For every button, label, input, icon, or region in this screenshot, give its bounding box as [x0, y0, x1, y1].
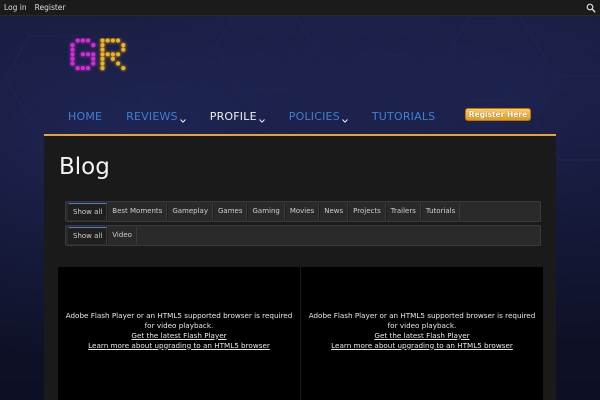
search-icon[interactable] [586, 3, 596, 13]
filter-tutorials[interactable]: Tutorials [420, 203, 461, 220]
filter-games[interactable]: Games [212, 203, 248, 220]
page-title: Blog [59, 154, 110, 180]
filter-trailers[interactable]: Trailers [385, 203, 421, 220]
filter-news[interactable]: News [319, 203, 349, 220]
nav-item-reviews[interactable]: REVIEWS [126, 107, 186, 126]
login-link[interactable]: Log in [4, 3, 27, 12]
video-player[interactable]: Adobe Flash Player or an HTML5 supported… [58, 267, 300, 400]
nav-item-tutorials[interactable]: TUTORIALS [372, 110, 435, 123]
html5-upgrade-link[interactable]: Learn more about upgrading to an HTML5 b… [301, 341, 543, 351]
video-player[interactable]: Adobe Flash Player or an HTML5 supported… [301, 267, 543, 400]
content-panel: Blog Show all Best Moments Gameplay Game… [44, 136, 556, 400]
nav-item-label: POLICIES [288, 109, 340, 123]
html5-upgrade-link[interactable]: Learn more about upgrading to an HTML5 b… [58, 341, 300, 351]
filter-video[interactable]: Video [107, 227, 137, 244]
top-bar: Log in Register [0, 0, 600, 16]
chevron-down-icon [258, 113, 265, 126]
nav-item-profile[interactable]: PROFILE [210, 107, 265, 126]
chevron-down-icon [179, 113, 186, 126]
nav-item-label: TUTORIALS [371, 109, 436, 123]
filter-gaming[interactable]: Gaming [247, 203, 285, 220]
nav-item-label: HOME [68, 109, 103, 123]
nav-item-label: PROFILE [209, 109, 257, 123]
register-link[interactable]: Register [35, 3, 66, 12]
main-nav: HOME REVIEWS PROFILE POLICIES TUTORIALS … [44, 104, 556, 128]
video-fallback-message: Adobe Flash Player or an HTML5 supported… [308, 310, 536, 330]
chevron-down-icon [342, 113, 348, 126]
filter-show-all[interactable]: Show all [68, 203, 108, 220]
filter-bar-categories: Show all Best Moments Gameplay Games Gam… [65, 201, 541, 222]
filter-show-all[interactable]: Show all [68, 227, 108, 244]
filter-movies[interactable]: Movies [284, 203, 320, 220]
nav-item-home[interactable]: HOME [68, 110, 102, 123]
nav-item-policies[interactable]: POLICIES [289, 107, 348, 126]
register-here-button[interactable]: Register Here [465, 108, 531, 121]
filter-gameplay[interactable]: Gameplay [167, 203, 213, 220]
flash-player-link[interactable]: Get the latest Flash Player [301, 331, 543, 341]
filter-best-moments[interactable]: Best Moments [107, 203, 168, 220]
nav-item-label: REVIEWS [126, 109, 178, 123]
filter-projects[interactable]: Projects [348, 203, 386, 220]
site-logo[interactable] [68, 38, 132, 76]
filter-bar-types: Show all Video [65, 225, 541, 246]
video-fallback-message: Adobe Flash Player or an HTML5 supported… [65, 310, 293, 330]
flash-player-link[interactable]: Get the latest Flash Player [58, 331, 300, 341]
